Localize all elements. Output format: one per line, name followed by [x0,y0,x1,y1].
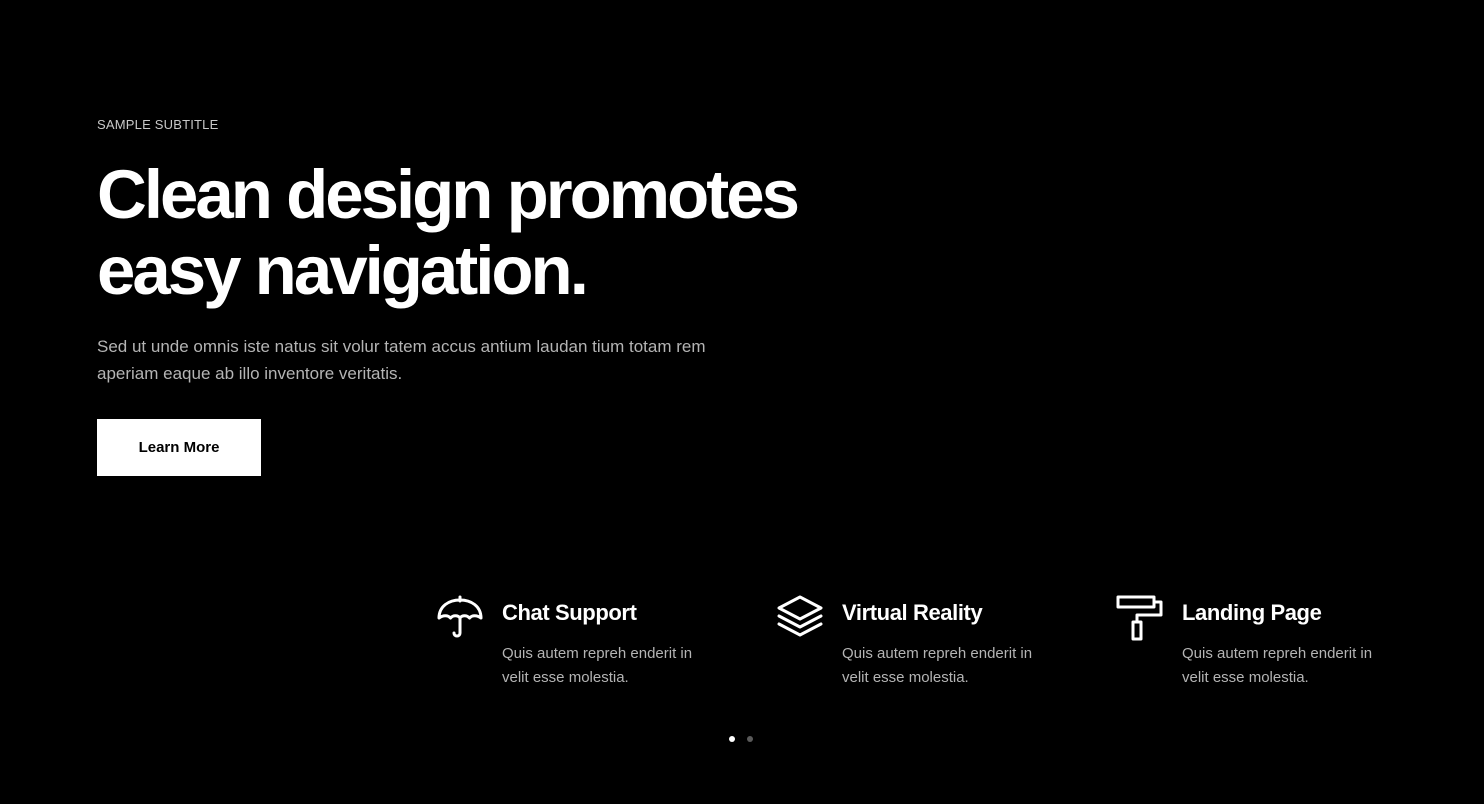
feature-title: Landing Page [1182,600,1322,625]
pagination-dot-2[interactable] [747,736,753,742]
feature-title: Chat Support [502,600,637,625]
hero-subtitle: SAMPLE SUBTITLE [97,117,219,132]
layers-icon [776,594,824,642]
paint-roller-icon [1116,594,1164,642]
hero-title-line-1: Clean design promotes [97,156,800,233]
feature-item-virtual-reality: Virtual Reality Quis autem repreh enderi… [776,594,1096,694]
feature-item-chat-support: Chat Support Quis autem repreh enderit i… [436,594,756,694]
learn-more-button[interactable]: Learn More [97,419,261,476]
feature-description: Quis autem repreh enderit in velit esse … [1182,645,1373,686]
pagination-dot-1[interactable] [729,736,735,742]
feature-description: Quis autem repreh enderit in velit esse … [502,645,693,686]
feature-description: Quis autem repreh enderit in velit esse … [842,645,1033,686]
hero-title-line-2: easy navigation. [97,232,589,309]
feature-item-landing-page: Landing Page Quis autem repreh enderit i… [1116,594,1436,694]
hero-title: Clean design promotes easy navigation. [97,157,897,309]
features-carousel: Chat Support Quis autem repreh enderit i… [436,594,1446,694]
hero-description: Sed ut unde omnis iste natus sit volur t… [97,337,706,383]
hero-section: SAMPLE SUBTITLE Clean design promotes ea… [97,117,897,476]
feature-title: Virtual Reality [842,600,983,625]
carousel-pagination [729,736,753,742]
page: SAMPLE SUBTITLE Clean design promotes ea… [0,0,1484,804]
umbrella-icon [436,594,484,642]
